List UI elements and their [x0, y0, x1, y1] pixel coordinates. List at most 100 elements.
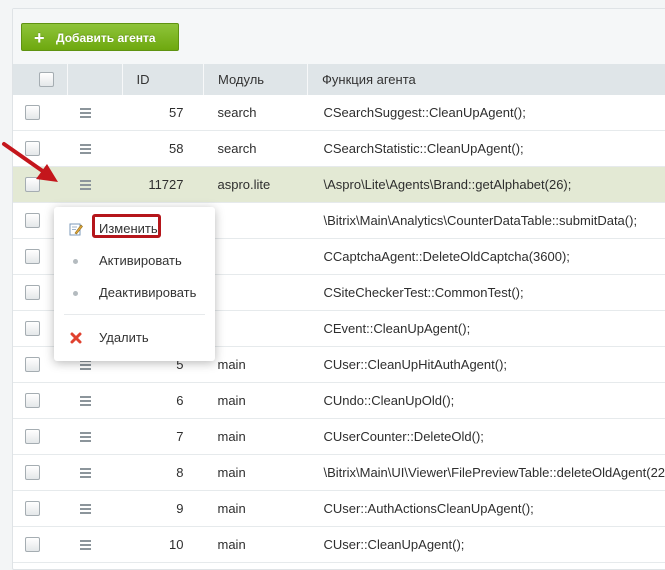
cell-id: 11727 — [123, 167, 204, 203]
row-actions[interactable] — [68, 491, 123, 527]
row-checkbox[interactable] — [25, 105, 40, 120]
header-actions — [68, 64, 123, 95]
menu-item-deactivate-label: Деактивировать — [99, 279, 196, 307]
row-checkbox[interactable] — [25, 465, 40, 480]
menu-item-activate-label: Активировать — [99, 247, 182, 275]
row-checkbox[interactable] — [25, 429, 40, 444]
table-row[interactable]: 8main\Bitrix\Main\UI\Viewer\FilePreviewT… — [13, 455, 665, 491]
cell-function: \Bitrix\Main\Analytics\CounterDataTable:… — [308, 203, 665, 239]
row-checkbox[interactable] — [25, 285, 40, 300]
row-checkbox[interactable] — [25, 249, 40, 264]
cell-module — [204, 239, 308, 275]
toolbar: + Добавить агента — [13, 9, 665, 64]
menu-divider — [64, 314, 205, 315]
cell-id: 57 — [123, 95, 204, 131]
row-select[interactable] — [13, 455, 68, 491]
cell-function: CUser::CleanUpAgent(); — [308, 527, 665, 563]
cell-id: 8 — [123, 455, 204, 491]
hamburger-menu-icon[interactable] — [80, 504, 91, 514]
cell-module — [204, 203, 308, 239]
cell-id: 9 — [123, 491, 204, 527]
row-select[interactable] — [13, 383, 68, 419]
bullet-icon — [73, 291, 78, 296]
hamburger-menu-icon[interactable] — [80, 432, 91, 442]
cell-module — [204, 275, 308, 311]
cell-id: 58 — [123, 131, 204, 167]
table-header: ID Модуль Функция агента — [13, 64, 665, 95]
menu-item-delete-label: Удалить — [99, 324, 149, 352]
cell-module: main — [204, 491, 308, 527]
cell-function: CEvent::CleanUpAgent(); — [308, 311, 665, 347]
header-module[interactable]: Модуль — [204, 64, 308, 95]
cell-function: CCaptchaAgent::DeleteOldCaptcha(3600); — [308, 239, 665, 275]
cell-module: aspro.lite — [204, 167, 308, 203]
header-select-all[interactable] — [13, 64, 68, 95]
row-select[interactable] — [13, 527, 68, 563]
row-actions[interactable] — [68, 95, 123, 131]
row-actions[interactable] — [68, 419, 123, 455]
cell-id: 10 — [123, 527, 204, 563]
table-row[interactable]: 9mainCUser::AuthActionsCleanUpAgent(); — [13, 491, 665, 527]
hamburger-menu-icon[interactable] — [80, 468, 91, 478]
header-function[interactable]: Функция агента — [308, 64, 665, 95]
row-actions[interactable] — [68, 383, 123, 419]
hamburger-menu-icon[interactable] — [80, 108, 91, 118]
table-row[interactable]: 11727aspro.lite\Aspro\Lite\Agents\Brand:… — [13, 167, 665, 203]
row-actions[interactable] — [68, 527, 123, 563]
plus-icon: + — [34, 24, 45, 52]
hamburger-menu-icon[interactable] — [80, 144, 91, 154]
cell-module: main — [204, 419, 308, 455]
cell-function: CSiteCheckerTest::CommonTest(); — [308, 275, 665, 311]
cell-module: main — [204, 527, 308, 563]
add-agent-button[interactable]: + Добавить агента — [21, 23, 179, 51]
cell-function: \Bitrix\Main\UI\Viewer\FilePreviewTable:… — [308, 455, 665, 491]
edit-icon — [69, 222, 83, 236]
menu-item-deactivate[interactable]: Деактивировать — [54, 279, 215, 307]
row-select[interactable] — [13, 491, 68, 527]
row-context-menu: Изменить Активировать Деактивировать Уда… — [54, 207, 215, 361]
cell-module: main — [204, 455, 308, 491]
delete-icon — [69, 331, 83, 345]
select-all-checkbox[interactable] — [39, 72, 54, 87]
cell-function: CUser::AuthActionsCleanUpAgent(); — [308, 491, 665, 527]
table-row[interactable]: 6mainCUndo::CleanUpOld(); — [13, 383, 665, 419]
cell-function: CSearchSuggest::CleanUpAgent(); — [308, 95, 665, 131]
cell-function: CUndo::CleanUpOld(); — [308, 383, 665, 419]
edit-highlight-box — [92, 214, 161, 238]
row-checkbox[interactable] — [25, 213, 40, 228]
cell-function: CUser::CleanUpHitAuthAgent(); — [308, 347, 665, 383]
cell-module: main — [204, 383, 308, 419]
cell-id: 6 — [123, 383, 204, 419]
cell-function: CSearchStatistic::CleanUpAgent(); — [308, 131, 665, 167]
table-row[interactable]: 10mainCUser::CleanUpAgent(); — [13, 527, 665, 563]
row-checkbox[interactable] — [25, 393, 40, 408]
cell-id: 7 — [123, 419, 204, 455]
row-checkbox[interactable] — [25, 501, 40, 516]
row-checkbox[interactable] — [25, 537, 40, 552]
menu-item-delete[interactable]: Удалить — [54, 324, 215, 352]
row-select[interactable] — [13, 419, 68, 455]
table-row[interactable]: 58searchCSearchStatistic::CleanUpAgent()… — [13, 131, 665, 167]
menu-item-activate[interactable]: Активировать — [54, 247, 215, 275]
bullet-icon — [73, 259, 78, 264]
add-agent-label: Добавить агента — [56, 31, 156, 45]
table-row[interactable]: 7mainCUserCounter::DeleteOld(); — [13, 419, 665, 455]
hamburger-menu-icon[interactable] — [80, 396, 91, 406]
cell-function: \Aspro\Lite\Agents\Brand::getAlphabet(26… — [308, 167, 665, 203]
red-arrow-annotation — [0, 136, 62, 186]
row-actions[interactable] — [68, 131, 123, 167]
row-select[interactable] — [13, 95, 68, 131]
cell-module — [204, 311, 308, 347]
table-row[interactable]: 57searchCSearchSuggest::CleanUpAgent(); — [13, 95, 665, 131]
row-checkbox[interactable] — [25, 321, 40, 336]
hamburger-menu-icon[interactable] — [80, 360, 91, 370]
hamburger-menu-icon[interactable] — [80, 540, 91, 550]
cell-module: search — [204, 131, 308, 167]
header-id[interactable]: ID — [123, 64, 204, 95]
cell-module: main — [204, 347, 308, 383]
hamburger-menu-icon[interactable] — [80, 180, 91, 190]
row-actions[interactable] — [68, 455, 123, 491]
row-actions[interactable] — [68, 167, 123, 203]
cell-module: search — [204, 95, 308, 131]
row-checkbox[interactable] — [25, 357, 40, 372]
